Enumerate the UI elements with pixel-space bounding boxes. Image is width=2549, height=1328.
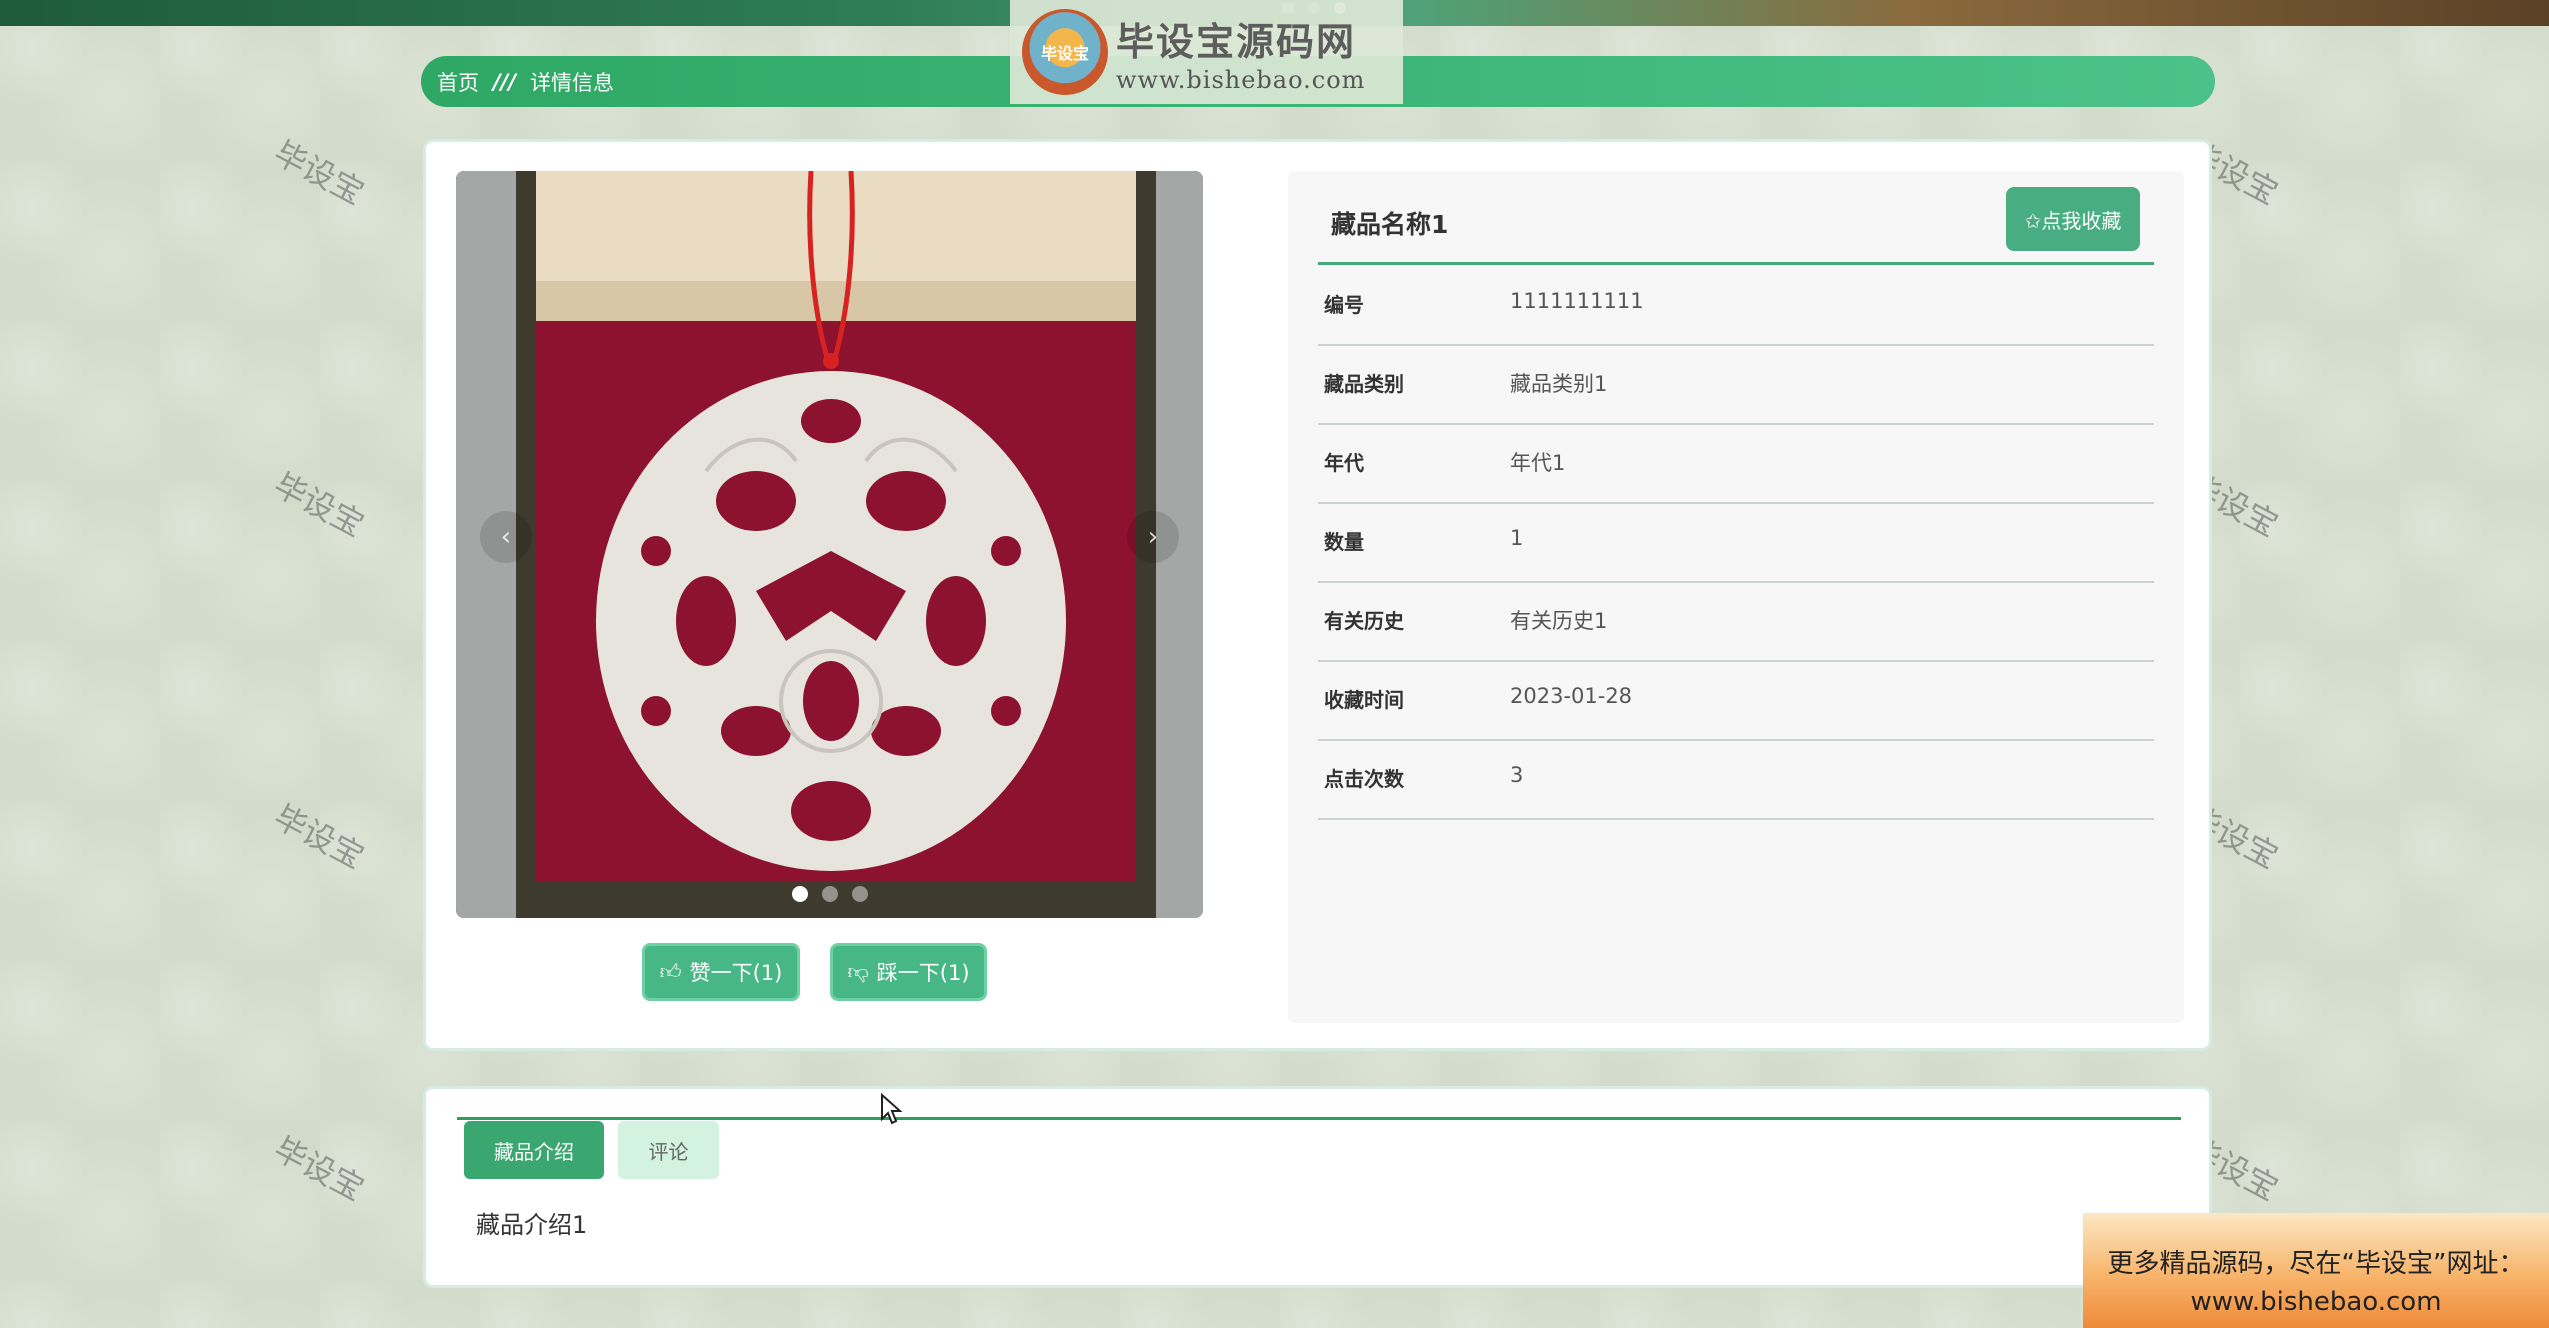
field-value: 1 bbox=[1510, 526, 1524, 550]
promo-line1: 更多精品源码，尽在“毕设宝”网址： bbox=[2107, 1249, 2525, 1279]
watermark-text: 毕设宝 bbox=[267, 797, 371, 877]
promo-line2: www.bishebao.com bbox=[2190, 1287, 2442, 1317]
field-label: 年代 bbox=[1324, 451, 1364, 475]
item-title: 藏品名称1 bbox=[1331, 210, 1449, 239]
info-row: 藏品类别 藏品类别1 bbox=[1318, 344, 2154, 425]
watermark-text: 毕设宝 bbox=[267, 133, 371, 213]
carousel-next-button[interactable]: › bbox=[1127, 511, 1179, 563]
watermark-text: 毕设宝 bbox=[267, 465, 371, 545]
tab-card: 藏品介绍 评论 藏品介绍1 bbox=[423, 1086, 2212, 1288]
carousel-indicator[interactable] bbox=[821, 886, 838, 902]
field-value: 1111111111 bbox=[1510, 289, 1644, 313]
field-label: 编号 bbox=[1324, 293, 1364, 317]
field-value: 藏品类别1 bbox=[1510, 372, 1608, 396]
info-row: 点击次数 3 bbox=[1318, 739, 2154, 820]
like-button[interactable]: 👍︎ 赞一下(1) bbox=[642, 943, 800, 1001]
field-label: 收藏时间 bbox=[1324, 688, 1404, 712]
info-row: 有关历史 有关历史1 bbox=[1318, 581, 2154, 662]
like-label: 赞一下(1) bbox=[689, 961, 783, 985]
info-row: 年代 年代1 bbox=[1318, 423, 2154, 504]
logo-icon: 毕设宝 bbox=[1022, 9, 1108, 95]
field-value: 年代1 bbox=[1510, 451, 1566, 475]
field-label: 有关历史 bbox=[1324, 609, 1404, 633]
info-row: 数量 1 bbox=[1318, 502, 2154, 583]
info-panel: 藏品名称1 ✩点我收藏 编号 1111111111 藏品类别 藏品类别1 年代 … bbox=[1288, 171, 2184, 1023]
info-row: 收藏时间 2023-01-28 bbox=[1318, 660, 2154, 741]
tab-divider bbox=[457, 1117, 2181, 1120]
dislike-button[interactable]: 👎︎ 踩一下(1) bbox=[830, 943, 987, 1001]
carousel-indicators bbox=[456, 886, 1203, 902]
image-carousel[interactable]: ‹ › bbox=[456, 171, 1203, 918]
favorite-button[interactable]: ✩点我收藏 bbox=[2006, 187, 2140, 251]
thumbs-up-icon: 👍︎ bbox=[659, 960, 682, 984]
logo-url: www.bishebao.com bbox=[1116, 65, 1366, 94]
breadcrumb-separator: /// bbox=[493, 69, 517, 94]
field-label: 数量 bbox=[1324, 530, 1364, 554]
carousel-prev-button[interactable]: ‹ bbox=[480, 511, 532, 563]
field-value: 2023-01-28 bbox=[1510, 684, 1633, 708]
promo-banner[interactable]: 更多精品源码，尽在“毕设宝”网址： www.bishebao.com bbox=[2083, 1213, 2549, 1328]
tab-content: 藏品介绍1 bbox=[476, 1211, 588, 1239]
field-label: 藏品类别 bbox=[1324, 372, 1404, 396]
logo-badge-text: 毕设宝 bbox=[1040, 44, 1089, 63]
info-row: 编号 1111111111 bbox=[1318, 265, 2154, 346]
field-value: 3 bbox=[1510, 763, 1524, 787]
dislike-label: 踩一下(1) bbox=[876, 961, 970, 985]
tab-intro[interactable]: 藏品介绍 bbox=[464, 1121, 604, 1179]
logo-title: 毕设宝源码网 bbox=[1116, 19, 1357, 64]
thumbs-down-icon: 👎︎ bbox=[847, 960, 869, 984]
breadcrumb-home[interactable]: 首页 bbox=[437, 67, 479, 97]
watermark-text: 毕设宝 bbox=[267, 1129, 371, 1209]
tab-comments[interactable]: 评论 bbox=[618, 1121, 719, 1179]
breadcrumb-current: 详情信息 bbox=[530, 70, 615, 95]
carousel-indicator-active[interactable] bbox=[791, 886, 808, 902]
site-logo-watermark: 毕设宝 毕设宝源码网 www.bishebao.com bbox=[1010, 0, 1403, 104]
field-label: 点击次数 bbox=[1324, 767, 1404, 791]
mouse-cursor-icon bbox=[881, 1093, 902, 1125]
carousel-indicator[interactable] bbox=[851, 886, 868, 902]
detail-card: ‹ › 👍︎ 赞一下(1) 👎︎ 踩一下(1) 藏品名称1 ✩点我收藏 编号 1… bbox=[423, 139, 2212, 1051]
info-header: 藏品名称1 ✩点我收藏 bbox=[1318, 187, 2154, 265]
field-value: 有关历史1 bbox=[1510, 609, 1608, 633]
jade-pendant-image bbox=[456, 171, 1203, 918]
